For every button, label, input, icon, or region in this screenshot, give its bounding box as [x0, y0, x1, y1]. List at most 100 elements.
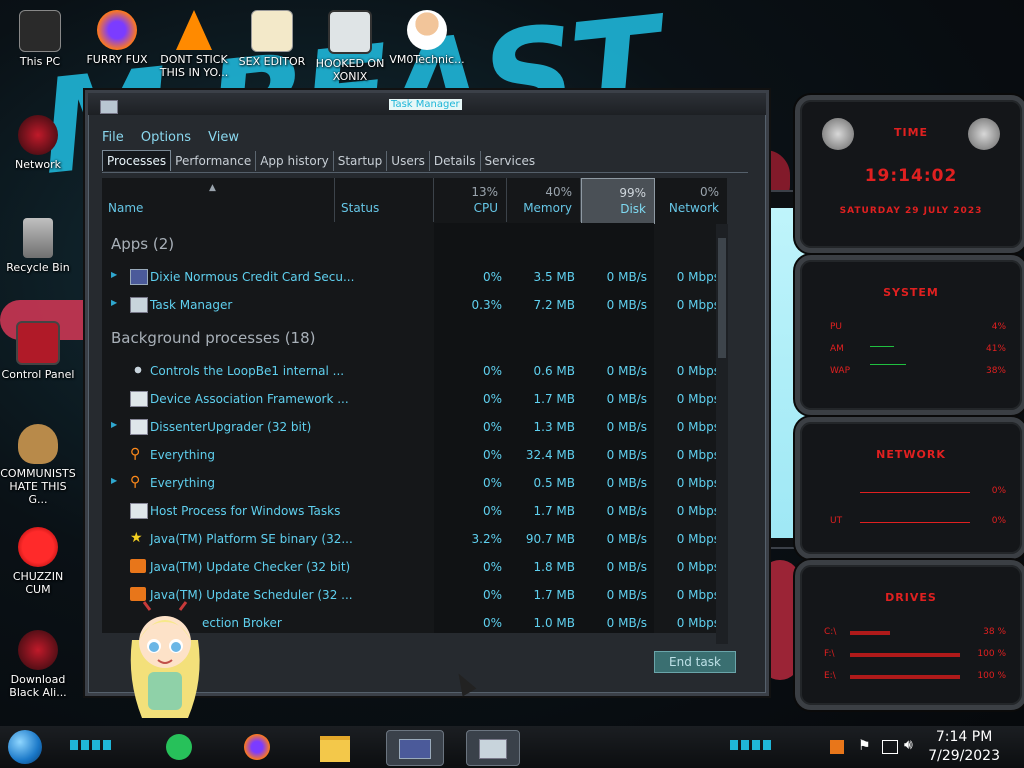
taskbar-file-explorer[interactable]	[316, 730, 354, 764]
chuzzle-icon	[18, 527, 58, 567]
system-ram-value: 41%	[985, 344, 1006, 354]
window-process-icon	[130, 503, 148, 519]
expand-arrow-icon[interactable]: ▶	[111, 476, 117, 485]
tab-services[interactable]: Services	[481, 151, 540, 171]
tab-startup[interactable]: Startup	[334, 151, 388, 171]
column-header-network[interactable]: 0% Network	[654, 178, 727, 222]
desktop-icon-network[interactable]: Network	[0, 115, 76, 171]
expand-arrow-icon[interactable]: ▶	[111, 420, 117, 429]
desktop-icon-control-panel[interactable]: Control Panel	[0, 321, 76, 381]
table-row[interactable]: ★ Java(TM) Platform SE binary (32... 3.2…	[102, 525, 722, 553]
expand-arrow-icon[interactable]: ▶	[111, 270, 117, 279]
menu-file[interactable]: File	[102, 130, 124, 145]
column-header-status[interactable]: Status	[335, 178, 434, 222]
menu-options[interactable]: Options	[141, 130, 191, 145]
taskbar-credit-card-app[interactable]	[386, 730, 444, 766]
group-header-background[interactable]: Background processes (18)	[111, 329, 316, 347]
process-cpu: 0%	[482, 616, 502, 630]
desktop-icon-label: Control Panel	[1, 368, 75, 381]
process-memory: 7.2 MB	[533, 298, 575, 312]
desktop-icon-label: Recycle Bin	[6, 261, 70, 274]
column-header-disk[interactable]: 99% Disk	[581, 178, 655, 224]
process-cpu: 0%	[482, 504, 502, 518]
taskbar-task-manager[interactable]	[466, 730, 520, 766]
desktop-icon-label: DONT STICK THIS IN YO...	[159, 53, 229, 79]
process-network: 0 Mbps	[676, 448, 720, 462]
start-button[interactable]	[8, 730, 42, 764]
desktop-icon-download-black[interactable]: Download Black Ali...	[0, 630, 76, 699]
column-memory-label: Memory	[523, 201, 572, 215]
process-network: 0 Mbps	[676, 588, 720, 602]
taskbar-clock[interactable]: 7:14 PM 7/29/2023	[928, 728, 1000, 766]
process-name: Everything	[150, 476, 215, 490]
process-disk: 0 MB/s	[606, 476, 647, 490]
desktop-icon-dont-stick[interactable]: DONT STICK THIS IN YO...	[156, 10, 232, 79]
process-disk: 0 MB/s	[606, 560, 647, 574]
clock-date: 7/29/2023	[928, 748, 1000, 764]
process-memory: 0.6 MB	[533, 364, 575, 378]
network-tray-icon[interactable]	[882, 740, 898, 754]
desktop-icon-communists[interactable]: COMMUNISTS HATE THIS G...	[0, 424, 76, 506]
tab-users[interactable]: Users	[387, 151, 430, 171]
tab-performance[interactable]: Performance	[171, 151, 257, 171]
table-row[interactable]: ⚲ Everything 0% 32.4 MB 0 MB/s 0 Mbps	[102, 441, 722, 469]
process-disk: 0 MB/s	[606, 532, 647, 546]
drive-c-bar	[850, 631, 890, 635]
credit-card-app-icon	[399, 739, 431, 759]
task-manager-icon	[100, 100, 118, 114]
table-row[interactable]: ▶ Task Manager 0.3% 7.2 MB 0 MB/s 0 Mbps	[102, 291, 722, 319]
process-memory: 1.7 MB	[533, 504, 575, 518]
network-widget: NETWORK 0% UT 0%	[795, 417, 1024, 559]
process-network: 0 Mbps	[676, 298, 720, 312]
drive-e-value: 100 %	[977, 671, 1006, 681]
tab-details[interactable]: Details	[430, 151, 481, 171]
table-row[interactable]: Java(TM) Update Checker (32 bit) 0% 1.8 …	[102, 553, 722, 581]
table-row[interactable]: ▶ ⚲ Everything 0% 0.5 MB 0 MB/s 0 Mbps	[102, 469, 722, 497]
column-header-memory[interactable]: 40% Memory	[507, 178, 581, 222]
alien-head-icon	[822, 118, 854, 150]
cpu-total-pct: 13%	[471, 185, 498, 199]
vertical-scrollbar[interactable]	[716, 224, 728, 644]
computer-icon	[19, 10, 61, 52]
title-bar[interactable]: Task Manager	[88, 93, 766, 115]
table-row[interactable]: ▶ DissenterUpgrader (32 bit) 0% 1.3 MB 0…	[102, 413, 722, 441]
expand-arrow-icon[interactable]: ▶	[111, 298, 117, 307]
taskbar-notes-app[interactable]	[160, 730, 198, 764]
network-alien-icon	[18, 115, 58, 155]
desktop-icon-chuzzin[interactable]: CHUZZIN CUM	[0, 527, 76, 596]
column-header-cpu[interactable]: 13% CPU	[434, 178, 507, 222]
desktop-icon-furry-fux[interactable]: FURRY FUX	[79, 10, 155, 66]
end-task-button[interactable]: End task	[654, 651, 736, 673]
desktop-icon-label: COMMUNISTS HATE THIS G...	[0, 467, 76, 506]
desktop-icon-recycle-bin[interactable]: Recycle Bin	[0, 218, 76, 274]
drives-widget-title: DRIVES	[885, 591, 937, 604]
recycle-bin-icon	[23, 218, 53, 258]
table-row[interactable]: Device Association Framework ... 0% 1.7 …	[102, 385, 722, 413]
group-header-apps[interactable]: Apps (2)	[111, 235, 174, 253]
hex-editor-icon	[251, 10, 293, 52]
process-disk: 0 MB/s	[606, 298, 647, 312]
menu-view[interactable]: View	[208, 130, 239, 145]
process-name: ection Broker	[202, 616, 282, 630]
flag-tray-icon[interactable]: ⚑	[858, 738, 871, 754]
column-header-name[interactable]: ▲ Name	[102, 178, 335, 222]
desktop-icon-label: CHUZZIN CUM	[12, 570, 64, 596]
table-row[interactable]: ▶ Dixie Normous Credit Card Secu... 0% 3…	[102, 263, 722, 291]
java-icon	[130, 587, 146, 601]
tab-app-history[interactable]: App history	[256, 151, 334, 171]
desktop-icon-xonix[interactable]: HOOKED ON XONIX	[312, 10, 388, 83]
table-row[interactable]: Controls the LoopBe1 internal ... 0% 0.6…	[102, 357, 722, 385]
window-process-icon	[130, 391, 148, 407]
taskbar-decoration	[70, 740, 114, 750]
desktop-icon-label: HOOKED ON XONIX	[315, 57, 385, 83]
desktop-icon-vm0[interactable]: VM0Technic...	[389, 10, 465, 66]
desktop-icon-this-pc[interactable]: This PC	[2, 10, 78, 68]
table-row[interactable]: Host Process for Windows Tasks 0% 1.7 MB…	[102, 497, 722, 525]
process-network: 0 Mbps	[676, 364, 720, 378]
desktop-icon-sex-editor[interactable]: SEX EDITOR	[234, 10, 310, 68]
scrollbar-thumb[interactable]	[718, 238, 726, 358]
volume-tray-icon[interactable]: 🔊︎	[904, 737, 913, 753]
tab-processes[interactable]: Processes	[102, 150, 172, 171]
taskbar-firefox[interactable]	[238, 730, 276, 764]
java-tray-icon[interactable]	[830, 740, 844, 754]
